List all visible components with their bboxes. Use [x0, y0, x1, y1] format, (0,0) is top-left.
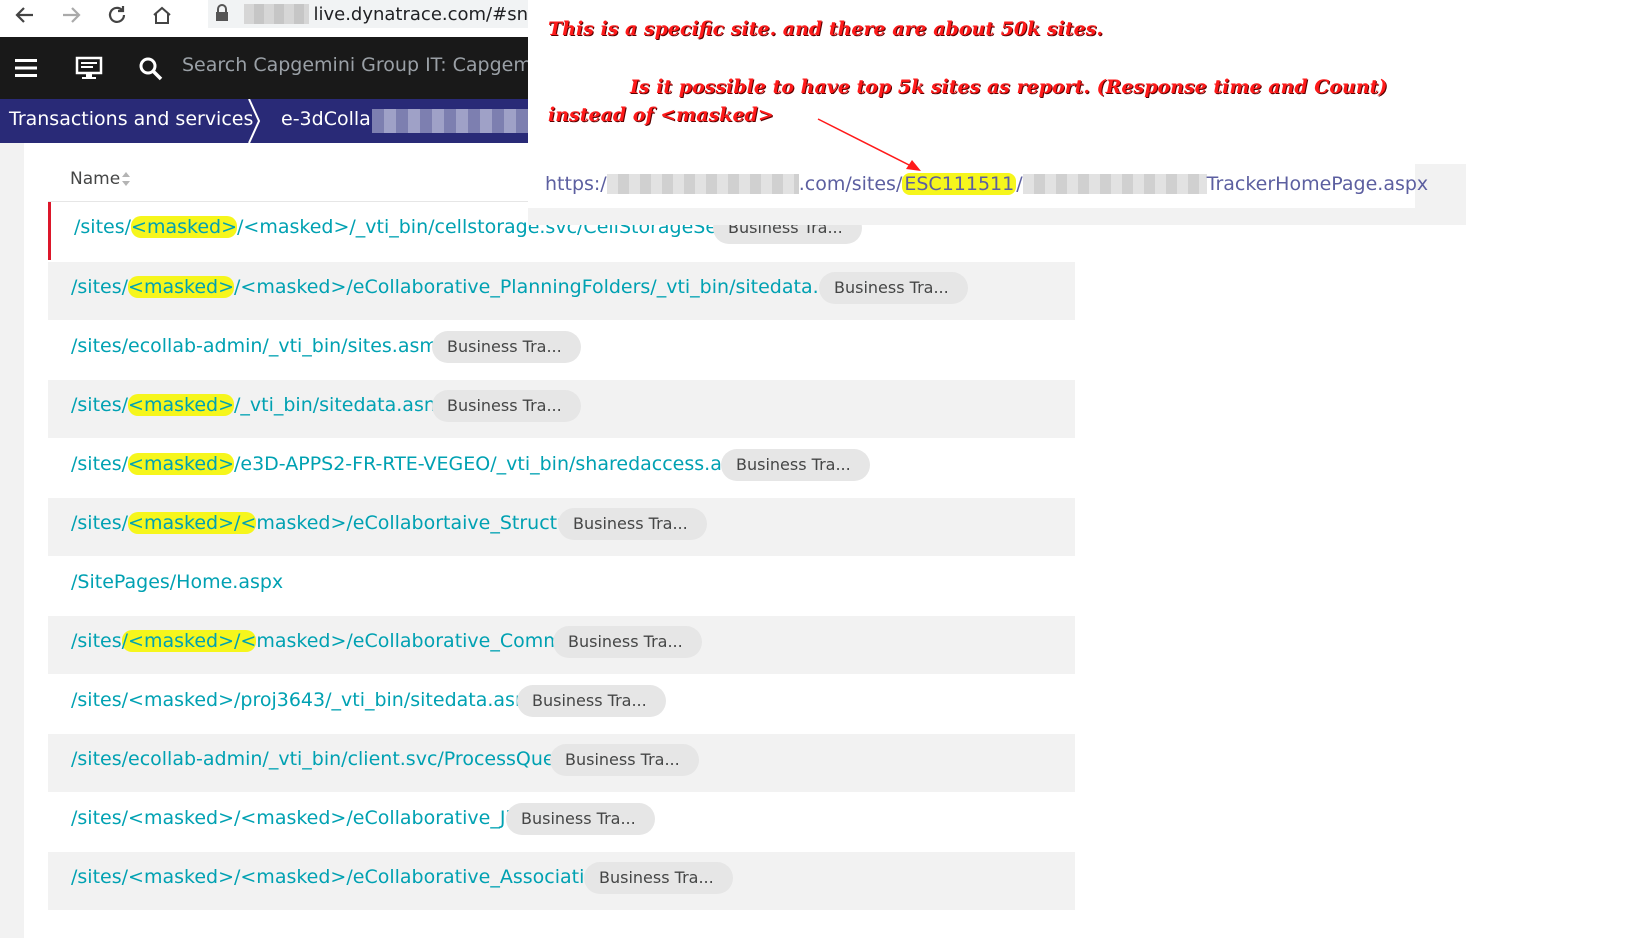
row-link[interactable]: /sites/<masked>/e3D-APPS2-FR-RTE-VEGEO/_…	[71, 453, 761, 475]
table-row[interactable]: /SitePages/Home.aspx	[48, 557, 1075, 615]
tag-business-transaction[interactable]: Business Tra...	[721, 449, 870, 481]
annotation-line-2: Is it possible to have top 5k sites as r…	[630, 76, 1388, 98]
reload-icon[interactable]	[102, 0, 132, 30]
table-row[interactable]: /sites/<masked>/<masked>/eCollaborative_…	[48, 793, 1075, 851]
table-row[interactable]: /sites/ecollab-admin/_vti_bin/client.svc…	[48, 734, 1075, 792]
left-gutter	[0, 143, 24, 938]
search-input[interactable]: Search Capgemini Group IT: Capgemini	[182, 54, 528, 76]
url-text: live.dynatrace.com/#sn	[313, 3, 528, 25]
tag-business-transaction[interactable]: Business Tra...	[558, 508, 707, 540]
table-row[interactable]: /sites/<masked>/<masked>/eCollaborative_…	[48, 616, 1075, 674]
column-header-name[interactable]: Name	[70, 169, 120, 189]
tag-business-transaction[interactable]: Business Tra...	[432, 390, 581, 422]
row-link[interactable]: /sites/<masked>/<masked>/eCollaborative_…	[71, 276, 870, 298]
tag-business-transaction[interactable]: Business Tra...	[550, 744, 699, 776]
highlighted-site-id: ESC111511	[902, 173, 1017, 195]
annotation-line-1: This is a specific site. and there are a…	[548, 18, 1104, 40]
table-row[interactable]: /sites/<masked>/_vti_bin/sitedata.asmx B…	[48, 380, 1075, 438]
search-icon[interactable]	[138, 56, 164, 86]
row-link[interactable]: /sites/<masked>/<masked>/eCollaborative_…	[71, 866, 618, 888]
table-row[interactable]: /sites/ecollab-admin/_vti_bin/sites.asmx…	[48, 321, 1075, 379]
row-link[interactable]: /sites/ecollab-admin/_vti_bin/sites.asmx	[71, 335, 449, 357]
table-row[interactable]: /sites/<masked>/e3D-APPS2-FR-RTE-VEGEO/_…	[48, 439, 1075, 497]
hamburger-menu-icon[interactable]	[15, 58, 37, 82]
breadcrumb-item-service[interactable]: e-3dCollab	[281, 108, 383, 130]
sort-icon[interactable]	[121, 171, 131, 187]
tag-business-transaction[interactable]: Business Tra...	[506, 803, 655, 835]
monitor-icon[interactable]	[75, 56, 103, 84]
lock-icon	[214, 4, 230, 26]
row-link[interactable]: /sites/<masked>/<masked>/eCollaborative_…	[71, 630, 585, 652]
tag-business-transaction[interactable]: Business Tra...	[432, 331, 581, 363]
breadcrumb-item-transactions[interactable]: Transactions and services	[9, 108, 253, 130]
tag-business-transaction[interactable]: Business Tra...	[553, 626, 702, 658]
tag-business-transaction[interactable]: Business Tra...	[819, 272, 968, 304]
home-icon[interactable]	[147, 0, 177, 30]
blurred-breadcrumb-part	[372, 109, 528, 133]
row-link[interactable]: /SitePages/Home.aspx	[71, 571, 283, 593]
row-link[interactable]: /sites/<masked>/<masked>/eCollaborative_…	[71, 807, 530, 829]
back-arrow-icon[interactable]	[10, 0, 40, 30]
annotation-line-3: instead of <masked>	[548, 104, 774, 126]
tag-business-transaction[interactable]: Business Tra...	[584, 862, 733, 894]
tag-business-transaction[interactable]: Business Tra...	[517, 685, 666, 717]
table-row[interactable]: /sites/<masked>/proj3643/_vti_bin/siteda…	[48, 675, 1075, 733]
forward-arrow-icon[interactable]	[56, 0, 86, 30]
breadcrumb-separator-icon	[248, 99, 261, 143]
blurred-url-part	[244, 4, 310, 24]
row-link[interactable]: /sites/<masked>/proj3643/_vti_bin/siteda…	[71, 689, 545, 711]
row-link[interactable]: /sites/<masked>/_vti_bin/sitedata.asmx	[71, 394, 454, 416]
annotation-arrow-icon	[817, 118, 921, 171]
address-bar[interactable]: live.dynatrace.com/#sn	[208, 0, 528, 28]
url-callout-text: https:/ .com/sites/ ESC111511 / TrackerH…	[545, 173, 1429, 195]
table-row[interactable]: /sites/<masked>/<masked>/eCollabortaive_…	[48, 498, 1075, 556]
row-link[interactable]: /sites/<masked>/<masked>/eCollabortaive_…	[71, 512, 588, 534]
table-row[interactable]: /sites/<masked>/<masked>/eCollaborative_…	[48, 852, 1075, 910]
table-row[interactable]: /sites/<masked>/<masked>/eCollaborative_…	[48, 262, 1075, 320]
row-link[interactable]: /sites/ecollab-admin/_vti_bin/client.svc…	[71, 748, 574, 770]
